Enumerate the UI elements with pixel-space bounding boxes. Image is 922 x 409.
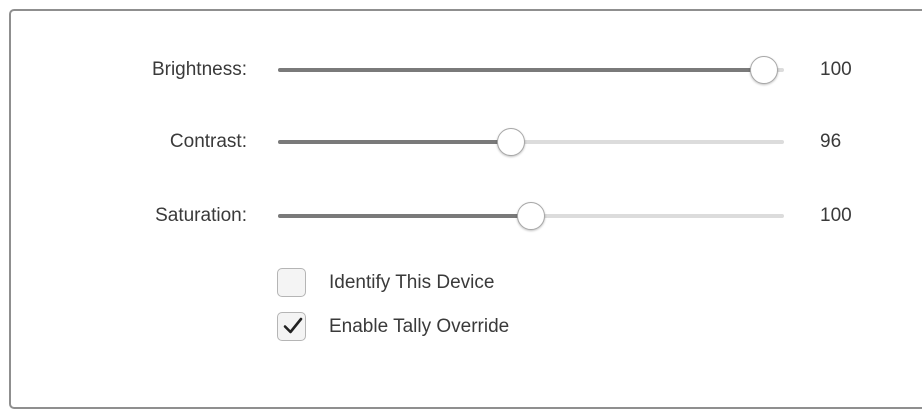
contrast-value: 96 (820, 131, 842, 152)
brightness-slider-thumb[interactable] (749, 56, 778, 84)
enable-tally-override-checkbox[interactable] (277, 312, 306, 341)
brightness-slider[interactable] (278, 56, 784, 84)
saturation-row: Saturation: 100 (0, 196, 922, 236)
identify-device-label: Identify This Device (329, 272, 495, 293)
contrast-label: Contrast: (169, 131, 247, 152)
brightness-slider-fill (278, 68, 764, 72)
saturation-slider[interactable] (278, 202, 784, 230)
saturation-slider-thumb[interactable] (517, 202, 545, 230)
brightness-label: Brightness: (151, 59, 247, 80)
brightness-value: 100 (820, 59, 852, 80)
contrast-slider-fill (278, 140, 511, 144)
contrast-slider[interactable] (278, 128, 784, 156)
contrast-row: Contrast: 96 (0, 122, 922, 162)
brightness-row: Brightness: 100 (0, 50, 922, 90)
saturation-value: 100 (820, 205, 852, 226)
contrast-slider-thumb[interactable] (496, 128, 525, 156)
enable-tally-override-checkbox-row[interactable]: Enable Tally Override (277, 311, 677, 343)
saturation-slider-fill (278, 214, 531, 218)
checkmark-icon (283, 317, 303, 334)
identify-device-checkbox-row[interactable]: Identify This Device (277, 267, 677, 299)
saturation-label: Saturation: (155, 205, 247, 226)
enable-tally-override-label: Enable Tally Override (329, 316, 510, 337)
identify-device-checkbox[interactable] (277, 268, 306, 297)
